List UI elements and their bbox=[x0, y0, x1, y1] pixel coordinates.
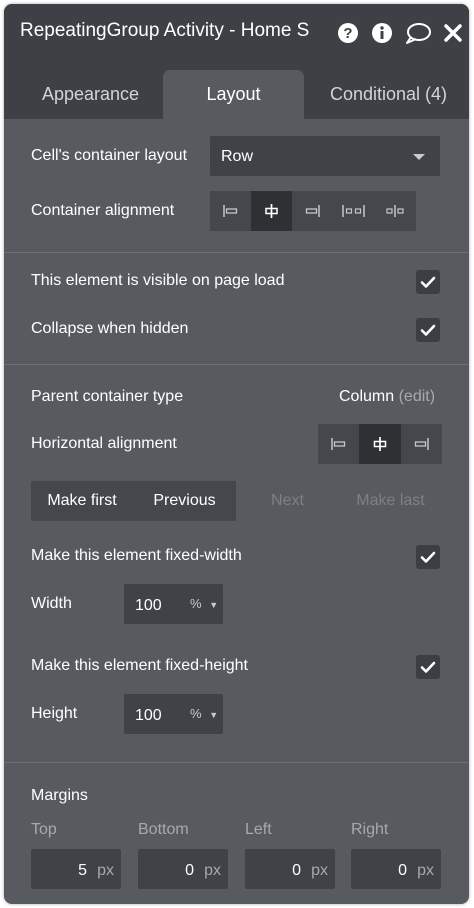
container-alignment-control bbox=[210, 191, 416, 231]
margin-left-input[interactable]: 0 px bbox=[245, 849, 335, 889]
space-around-button[interactable] bbox=[374, 191, 416, 231]
visible-on-load-checkbox[interactable] bbox=[416, 270, 440, 294]
width-unit: % bbox=[190, 596, 202, 611]
height-unit-select[interactable]: % ▼ bbox=[190, 706, 218, 721]
previous-button[interactable]: Previous bbox=[133, 481, 236, 521]
margin-top-unit: px bbox=[97, 862, 114, 879]
align-center-icon bbox=[265, 204, 278, 218]
cell-layout-value: Row bbox=[221, 148, 254, 165]
close-icon[interactable] bbox=[441, 21, 465, 45]
container-alignment-label: Container alignment bbox=[31, 202, 175, 219]
element-order-control: Make first Previous Next Make last bbox=[31, 481, 442, 521]
fixed-height-checkbox[interactable] bbox=[416, 655, 440, 679]
margins-label: Margins bbox=[31, 787, 88, 804]
chevron-down-icon bbox=[413, 154, 425, 160]
tab-appearance[interactable]: Appearance bbox=[8, 70, 173, 119]
align-right-icon bbox=[414, 438, 429, 450]
width-unit-select[interactable]: % ▼ bbox=[190, 596, 218, 611]
margin-left-unit: px bbox=[311, 862, 328, 879]
section-divider bbox=[4, 364, 469, 365]
help-icon[interactable]: ? bbox=[336, 21, 360, 45]
height-unit: % bbox=[190, 706, 202, 721]
width-input[interactable]: 100 % ▼ bbox=[124, 584, 223, 624]
space-around-icon bbox=[386, 205, 404, 217]
margin-right-value: 0 bbox=[398, 862, 407, 879]
height-value: 100 bbox=[135, 707, 162, 724]
h-align-center-button[interactable] bbox=[359, 424, 401, 464]
align-left-icon bbox=[331, 438, 346, 450]
parent-type-text: Column bbox=[339, 388, 395, 405]
align-right-button[interactable] bbox=[292, 191, 333, 231]
fixed-width-checkbox[interactable] bbox=[416, 545, 440, 569]
parent-container-type-value: Column (edit) bbox=[339, 388, 435, 406]
width-label: Width bbox=[31, 595, 72, 612]
margin-bottom-label: Bottom bbox=[138, 821, 189, 838]
horizontal-alignment-label: Horizontal alignment bbox=[31, 435, 177, 452]
collapse-when-hidden-label: Collapse when hidden bbox=[31, 320, 189, 337]
align-center-icon bbox=[373, 437, 387, 451]
align-left-icon bbox=[223, 205, 238, 217]
title-bar: RepeatingGroup Activity - Home S ? bbox=[4, 4, 469, 62]
parent-edit-link[interactable]: (edit) bbox=[399, 388, 435, 405]
horizontal-alignment-control bbox=[318, 424, 442, 464]
align-right-icon bbox=[305, 205, 320, 217]
margin-top-input[interactable]: 5 px bbox=[31, 849, 121, 889]
comment-icon[interactable] bbox=[404, 21, 432, 45]
section-divider bbox=[4, 252, 469, 253]
space-between-button[interactable] bbox=[333, 191, 374, 231]
checkmark-icon bbox=[420, 276, 436, 288]
height-label: Height bbox=[31, 705, 78, 722]
h-align-right-button[interactable] bbox=[401, 424, 442, 464]
property-editor-panel: RepeatingGroup Activity - Home S ? Appea… bbox=[4, 4, 469, 904]
make-last-button[interactable]: Make last bbox=[339, 481, 442, 521]
make-first-button[interactable]: Make first bbox=[31, 481, 133, 521]
width-value: 100 bbox=[135, 597, 162, 614]
fixed-width-label: Make this element fixed-width bbox=[31, 547, 242, 564]
chevron-down-icon: ▼ bbox=[209, 710, 219, 720]
next-button[interactable]: Next bbox=[236, 481, 339, 521]
space-between-icon bbox=[342, 205, 365, 217]
cell-layout-label: Cell's container layout bbox=[31, 147, 188, 164]
align-left-button[interactable] bbox=[210, 191, 251, 231]
checkmark-icon bbox=[420, 661, 436, 673]
margin-top-value: 5 bbox=[78, 862, 87, 879]
margin-bottom-unit: px bbox=[204, 862, 221, 879]
info-icon[interactable] bbox=[370, 21, 394, 45]
margin-left-label: Left bbox=[245, 821, 272, 838]
parent-container-type-label: Parent container type bbox=[31, 388, 184, 405]
chevron-down-icon: ▼ bbox=[209, 600, 219, 610]
fixed-height-label: Make this element fixed-height bbox=[31, 657, 248, 674]
height-input[interactable]: 100 % ▼ bbox=[124, 694, 223, 734]
margin-left-value: 0 bbox=[292, 862, 301, 879]
margin-bottom-input[interactable]: 0 px bbox=[138, 849, 228, 889]
cell-layout-select[interactable]: Row bbox=[210, 136, 440, 176]
margin-top-label: Top bbox=[31, 821, 57, 838]
tab-bar: Appearance Layout Conditional (4) bbox=[4, 62, 469, 119]
tab-layout[interactable]: Layout bbox=[163, 70, 304, 119]
h-align-left-button[interactable] bbox=[318, 424, 359, 464]
checkmark-icon bbox=[420, 324, 436, 336]
collapse-when-hidden-checkbox[interactable] bbox=[416, 318, 440, 342]
svg-text:?: ? bbox=[343, 25, 352, 42]
panel-title: RepeatingGroup Activity - Home S bbox=[20, 20, 310, 41]
margin-right-input[interactable]: 0 px bbox=[351, 849, 441, 889]
align-center-button[interactable] bbox=[251, 191, 292, 231]
margin-right-label: Right bbox=[351, 821, 389, 838]
margin-right-unit: px bbox=[417, 862, 434, 879]
tab-conditional[interactable]: Conditional (4) bbox=[308, 70, 469, 119]
margin-bottom-value: 0 bbox=[185, 862, 194, 879]
checkmark-icon bbox=[420, 551, 436, 563]
section-divider bbox=[4, 762, 469, 763]
visible-on-load-label: This element is visible on page load bbox=[31, 272, 285, 289]
